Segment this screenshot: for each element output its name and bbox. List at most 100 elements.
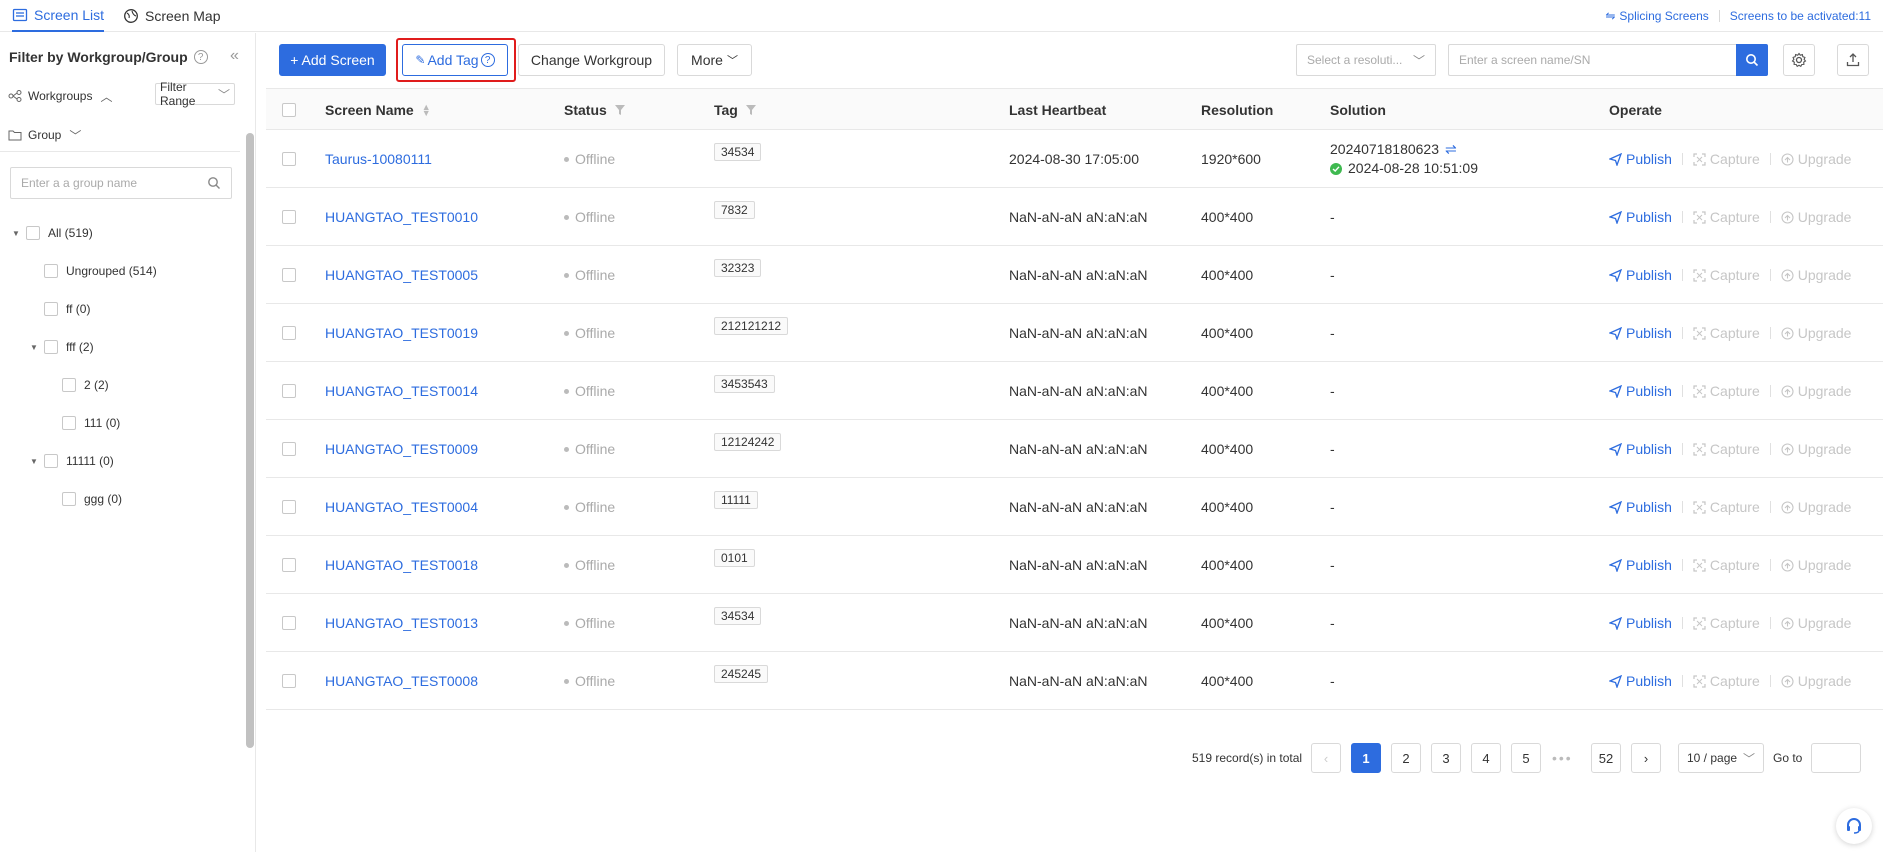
prev-page-button[interactable]: ‹: [1311, 743, 1341, 773]
checkbox[interactable]: [282, 210, 296, 224]
upgrade-button[interactable]: Upgrade: [1781, 499, 1851, 515]
row-checkbox-cell[interactable]: [282, 188, 304, 246]
upgrade-button[interactable]: Upgrade: [1781, 383, 1851, 399]
checkbox[interactable]: [62, 378, 76, 392]
screen-name-link[interactable]: HUANGTAO_TEST0019: [325, 304, 478, 362]
publish-button[interactable]: Publish: [1609, 209, 1672, 225]
screen-name-link[interactable]: HUANGTAO_TEST0010: [325, 188, 478, 246]
row-checkbox-cell[interactable]: [282, 536, 304, 594]
checkbox[interactable]: [282, 616, 296, 630]
checkbox[interactable]: [62, 492, 76, 506]
sidebar-scrollbar[interactable]: [246, 133, 254, 748]
screen-search-input[interactable]: Enter a screen name/SN: [1448, 44, 1736, 76]
screen-name-link[interactable]: HUANGTAO_TEST0008: [325, 652, 478, 710]
capture-button[interactable]: Capture: [1693, 441, 1760, 457]
publish-button[interactable]: Publish: [1609, 383, 1672, 399]
checkbox[interactable]: [282, 152, 296, 166]
capture-button[interactable]: Capture: [1693, 615, 1760, 631]
capture-button[interactable]: Capture: [1693, 151, 1760, 167]
screen-name-link[interactable]: HUANGTAO_TEST0014: [325, 362, 478, 420]
row-checkbox-cell[interactable]: [282, 130, 304, 188]
upgrade-button[interactable]: Upgrade: [1781, 441, 1851, 457]
filter-range-select[interactable]: Filter Range ﹀: [155, 80, 235, 108]
filter-icon[interactable]: [614, 105, 625, 115]
row-checkbox-cell[interactable]: [282, 478, 304, 536]
caret-down-icon[interactable]: ▼: [12, 229, 22, 238]
capture-button[interactable]: Capture: [1693, 557, 1760, 573]
checkbox[interactable]: [282, 268, 296, 282]
column-screen-name[interactable]: Screen Name ▲ ▼: [325, 89, 431, 131]
group-search-input[interactable]: Enter a a group name: [10, 167, 232, 199]
screen-name-link[interactable]: HUANGTAO_TEST0018: [325, 536, 478, 594]
table-row[interactable]: HUANGTAO_TEST0018 Offline 0101 NaN-aN-aN…: [266, 536, 1883, 594]
capture-button[interactable]: Capture: [1693, 499, 1760, 515]
switch-icon[interactable]: ⇌: [1445, 140, 1457, 159]
tree-node-ff[interactable]: ff (0): [44, 299, 90, 319]
tree-node-111[interactable]: 111 (0): [62, 413, 120, 433]
page-ellipsis[interactable]: •••: [1552, 743, 1573, 773]
group-toggle[interactable]: Group ﹀: [8, 125, 81, 145]
checkbox[interactable]: [282, 384, 296, 398]
settings-button[interactable]: [1783, 44, 1815, 76]
screen-name-link[interactable]: HUANGTAO_TEST0009: [325, 420, 478, 478]
tree-node-ggg[interactable]: ggg (0): [62, 489, 122, 509]
checkbox[interactable]: [26, 226, 40, 240]
publish-button[interactable]: Publish: [1609, 615, 1672, 631]
table-row[interactable]: Taurus-10080111 Offline 34534 2024-08-30…: [266, 130, 1883, 188]
page-2-button[interactable]: 2: [1391, 743, 1421, 773]
capture-button[interactable]: Capture: [1693, 673, 1760, 689]
publish-button[interactable]: Publish: [1609, 673, 1672, 689]
page-5-button[interactable]: 5: [1511, 743, 1541, 773]
splicing-screens-link[interactable]: Splicing Screens: [1619, 9, 1708, 23]
caret-down-icon[interactable]: ▼: [30, 343, 40, 352]
row-checkbox-cell[interactable]: [282, 304, 304, 362]
page-4-button[interactable]: 4: [1471, 743, 1501, 773]
more-button[interactable]: More ﹀: [677, 44, 752, 76]
row-checkbox-cell[interactable]: [282, 652, 304, 710]
upgrade-button[interactable]: Upgrade: [1781, 267, 1851, 283]
publish-button[interactable]: Publish: [1609, 325, 1672, 341]
caret-down-icon[interactable]: ▼: [30, 457, 40, 466]
upgrade-button[interactable]: Upgrade: [1781, 325, 1851, 341]
tree-node-2[interactable]: 2 (2): [62, 375, 109, 395]
publish-button[interactable]: Publish: [1609, 499, 1672, 515]
checkbox[interactable]: [282, 326, 296, 340]
help-icon[interactable]: ?: [193, 50, 208, 64]
select-all-checkbox[interactable]: [282, 89, 304, 131]
capture-button[interactable]: Capture: [1693, 325, 1760, 341]
filter-icon[interactable]: [745, 105, 756, 115]
upgrade-button[interactable]: Upgrade: [1781, 209, 1851, 225]
publish-button[interactable]: Publish: [1609, 267, 1672, 283]
tree-node-fff[interactable]: ▼ fff (2): [30, 337, 94, 357]
publish-button[interactable]: Publish: [1609, 151, 1672, 167]
page-3-button[interactable]: 3: [1431, 743, 1461, 773]
row-checkbox-cell[interactable]: [282, 420, 304, 478]
checkbox[interactable]: [44, 340, 58, 354]
upgrade-button[interactable]: Upgrade: [1781, 673, 1851, 689]
checkbox[interactable]: [282, 442, 296, 456]
search-button[interactable]: [1736, 44, 1768, 76]
table-row[interactable]: HUANGTAO_TEST0019 Offline 212121212 NaN-…: [266, 304, 1883, 362]
table-row[interactable]: HUANGTAO_TEST0008 Offline 245245 NaN-aN-…: [266, 652, 1883, 710]
upgrade-button[interactable]: Upgrade: [1781, 615, 1851, 631]
capture-button[interactable]: Capture: [1693, 383, 1760, 399]
checkbox[interactable]: [62, 416, 76, 430]
checkbox[interactable]: [44, 302, 58, 316]
tab-screen-list[interactable]: Screen List: [12, 0, 105, 32]
table-row[interactable]: HUANGTAO_TEST0010 Offline 7832 NaN-aN-aN…: [266, 188, 1883, 246]
upgrade-button[interactable]: Upgrade: [1781, 151, 1851, 167]
screen-name-link[interactable]: Taurus-10080111: [325, 130, 432, 188]
tree-node-ungrouped[interactable]: Ungrouped (514): [44, 261, 157, 281]
table-row[interactable]: HUANGTAO_TEST0013 Offline 34534 NaN-aN-a…: [266, 594, 1883, 652]
page-1-button[interactable]: 1: [1351, 743, 1381, 773]
checkbox[interactable]: [282, 500, 296, 514]
row-checkbox-cell[interactable]: [282, 594, 304, 652]
screen-name-link[interactable]: HUANGTAO_TEST0004: [325, 478, 478, 536]
checkbox[interactable]: [44, 454, 58, 468]
tab-screen-map[interactable]: Screen Map: [123, 0, 220, 32]
next-page-button[interactable]: ›: [1631, 743, 1661, 773]
checkbox[interactable]: [282, 558, 296, 572]
table-row[interactable]: HUANGTAO_TEST0009 Offline 12124242 NaN-a…: [266, 420, 1883, 478]
screen-name-link[interactable]: HUANGTAO_TEST0005: [325, 246, 478, 304]
publish-button[interactable]: Publish: [1609, 441, 1672, 457]
